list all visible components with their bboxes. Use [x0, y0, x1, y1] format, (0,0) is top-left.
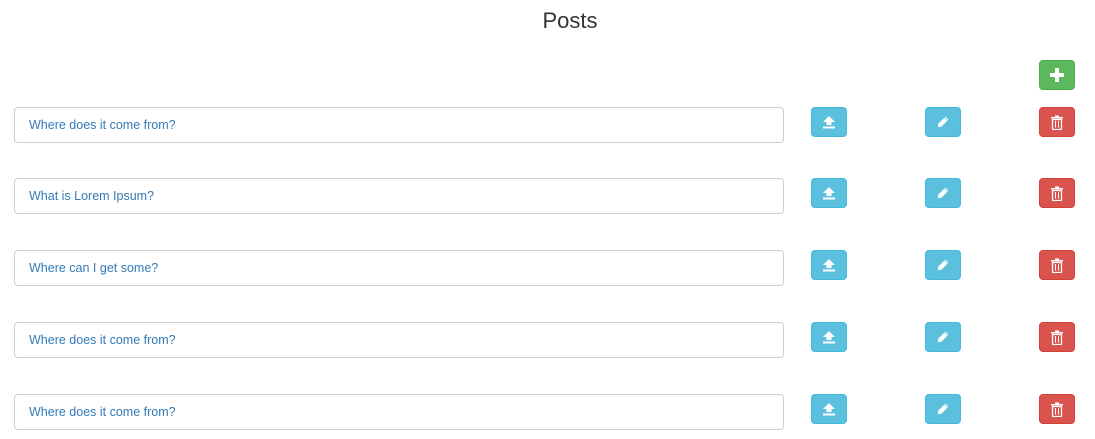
post-title-link[interactable]: Where does it come from? — [14, 322, 784, 358]
post-title-link[interactable]: Where can I get some? — [14, 250, 784, 286]
edit-button[interactable] — [925, 250, 961, 280]
edit-button[interactable] — [925, 178, 961, 208]
post-row: Where does it come from? — [0, 322, 1095, 362]
trash-icon — [1051, 186, 1063, 201]
edit-button[interactable] — [925, 107, 961, 137]
delete-button[interactable] — [1039, 178, 1075, 208]
edit-button[interactable] — [925, 322, 961, 352]
add-post-button[interactable] — [1039, 60, 1075, 90]
edit-button[interactable] — [925, 394, 961, 424]
delete-button[interactable] — [1039, 107, 1075, 137]
publish-button[interactable] — [811, 250, 847, 280]
upload-icon — [823, 403, 835, 416]
pencil-icon — [938, 187, 949, 198]
delete-button[interactable] — [1039, 250, 1075, 280]
plus-icon — [1050, 68, 1064, 82]
pencil-icon — [938, 116, 949, 127]
post-row: Where does it come from? — [0, 107, 1095, 147]
trash-icon — [1051, 330, 1063, 345]
upload-icon — [823, 331, 835, 344]
post-row: Where does it come from? — [0, 394, 1095, 434]
publish-button[interactable] — [811, 178, 847, 208]
delete-button[interactable] — [1039, 322, 1075, 352]
pencil-icon — [938, 331, 949, 342]
upload-icon — [823, 259, 835, 272]
trash-icon — [1051, 402, 1063, 417]
publish-button[interactable] — [811, 107, 847, 137]
post-title-link[interactable]: What is Lorem Ipsum? — [14, 178, 784, 214]
trash-icon — [1051, 258, 1063, 273]
post-title-link[interactable]: Where does it come from? — [14, 107, 784, 143]
upload-icon — [823, 116, 835, 129]
post-row: What is Lorem Ipsum? — [0, 178, 1095, 218]
publish-button[interactable] — [811, 394, 847, 424]
post-row: Where can I get some? — [0, 250, 1095, 290]
trash-icon — [1051, 115, 1063, 130]
publish-button[interactable] — [811, 322, 847, 352]
post-title-link[interactable]: Where does it come from? — [14, 394, 784, 430]
upload-icon — [823, 187, 835, 200]
page-title: Posts — [542, 8, 598, 33]
delete-button[interactable] — [1039, 394, 1075, 424]
pencil-icon — [938, 403, 949, 414]
pencil-icon — [938, 259, 949, 270]
